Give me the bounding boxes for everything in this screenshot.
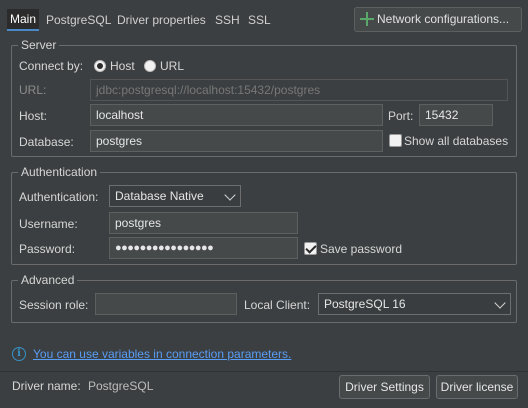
show-all-databases-checkbox[interactable]	[389, 134, 402, 147]
variables-info-link[interactable]: You can use variables in connection para…	[33, 346, 291, 362]
driver-name-value: PostgreSQL	[88, 379, 154, 393]
plus-icon	[360, 12, 374, 26]
save-password-checkbox[interactable]	[304, 242, 317, 255]
connect-by-label: Connect by:	[19, 59, 84, 73]
authentication-select[interactable]: Database Native	[109, 185, 241, 207]
tab-main[interactable]: Main	[7, 9, 40, 31]
password-field[interactable]: ●●●●●●●●●●●●●●●●	[109, 237, 298, 259]
advanced-legend: Advanced	[18, 273, 78, 287]
local-client-label: Local Client:	[244, 298, 311, 312]
session-role-field[interactable]	[95, 293, 237, 315]
driver-license-button[interactable]: Driver license	[436, 375, 518, 399]
host-field[interactable]: localhost	[90, 104, 383, 126]
host-radio[interactable]	[94, 60, 106, 72]
show-all-databases-label[interactable]: Show all databases	[404, 133, 508, 149]
session-role-label: Session role:	[19, 298, 89, 312]
authentication-legend: Authentication	[18, 165, 101, 179]
local-client-select[interactable]: PostgreSQL 16	[318, 293, 511, 315]
chevron-down-icon	[494, 297, 506, 309]
host-radio-label[interactable]: Host	[110, 58, 135, 74]
url-label: URL:	[19, 83, 47, 97]
driver-settings-button[interactable]: Driver Settings	[339, 375, 430, 399]
server-legend: Server	[18, 38, 60, 52]
chevron-down-icon	[224, 189, 236, 201]
tab-ssh[interactable]: SSH	[212, 10, 243, 30]
url-radio[interactable]	[144, 60, 156, 72]
info-icon: i	[12, 347, 26, 361]
database-field[interactable]: postgres	[90, 130, 383, 152]
host-label: Host:	[19, 109, 48, 123]
footer-separator	[0, 371, 528, 372]
driver-name-label: Driver name:	[12, 379, 81, 393]
local-client-select-value: PostgreSQL 16	[324, 297, 406, 311]
tab-driver-properties[interactable]: Driver properties	[114, 10, 209, 30]
url-radio-label[interactable]: URL	[160, 58, 184, 74]
url-field[interactable]: jdbc:postgresql://localhost:15432/postgr…	[90, 79, 508, 101]
port-field[interactable]: 15432	[419, 104, 493, 126]
password-label: Password:	[19, 242, 76, 256]
save-password-label[interactable]: Save password	[320, 241, 402, 257]
network-configurations-label: Network configurations...	[377, 12, 510, 26]
database-label: Database:	[19, 135, 74, 149]
authentication-select-value: Database Native	[115, 189, 204, 203]
tab-bar: Main PostgreSQL Driver properties SSH SS…	[0, 0, 528, 38]
username-label: Username:	[19, 217, 78, 231]
tab-ssl[interactable]: SSL	[245, 10, 274, 30]
tab-postgresql[interactable]: PostgreSQL	[43, 10, 114, 30]
port-label: Port:	[388, 109, 414, 123]
authentication-label: Authentication:	[19, 190, 99, 204]
username-field[interactable]: postgres	[109, 212, 298, 234]
network-configurations-button[interactable]: Network configurations...	[354, 7, 522, 32]
